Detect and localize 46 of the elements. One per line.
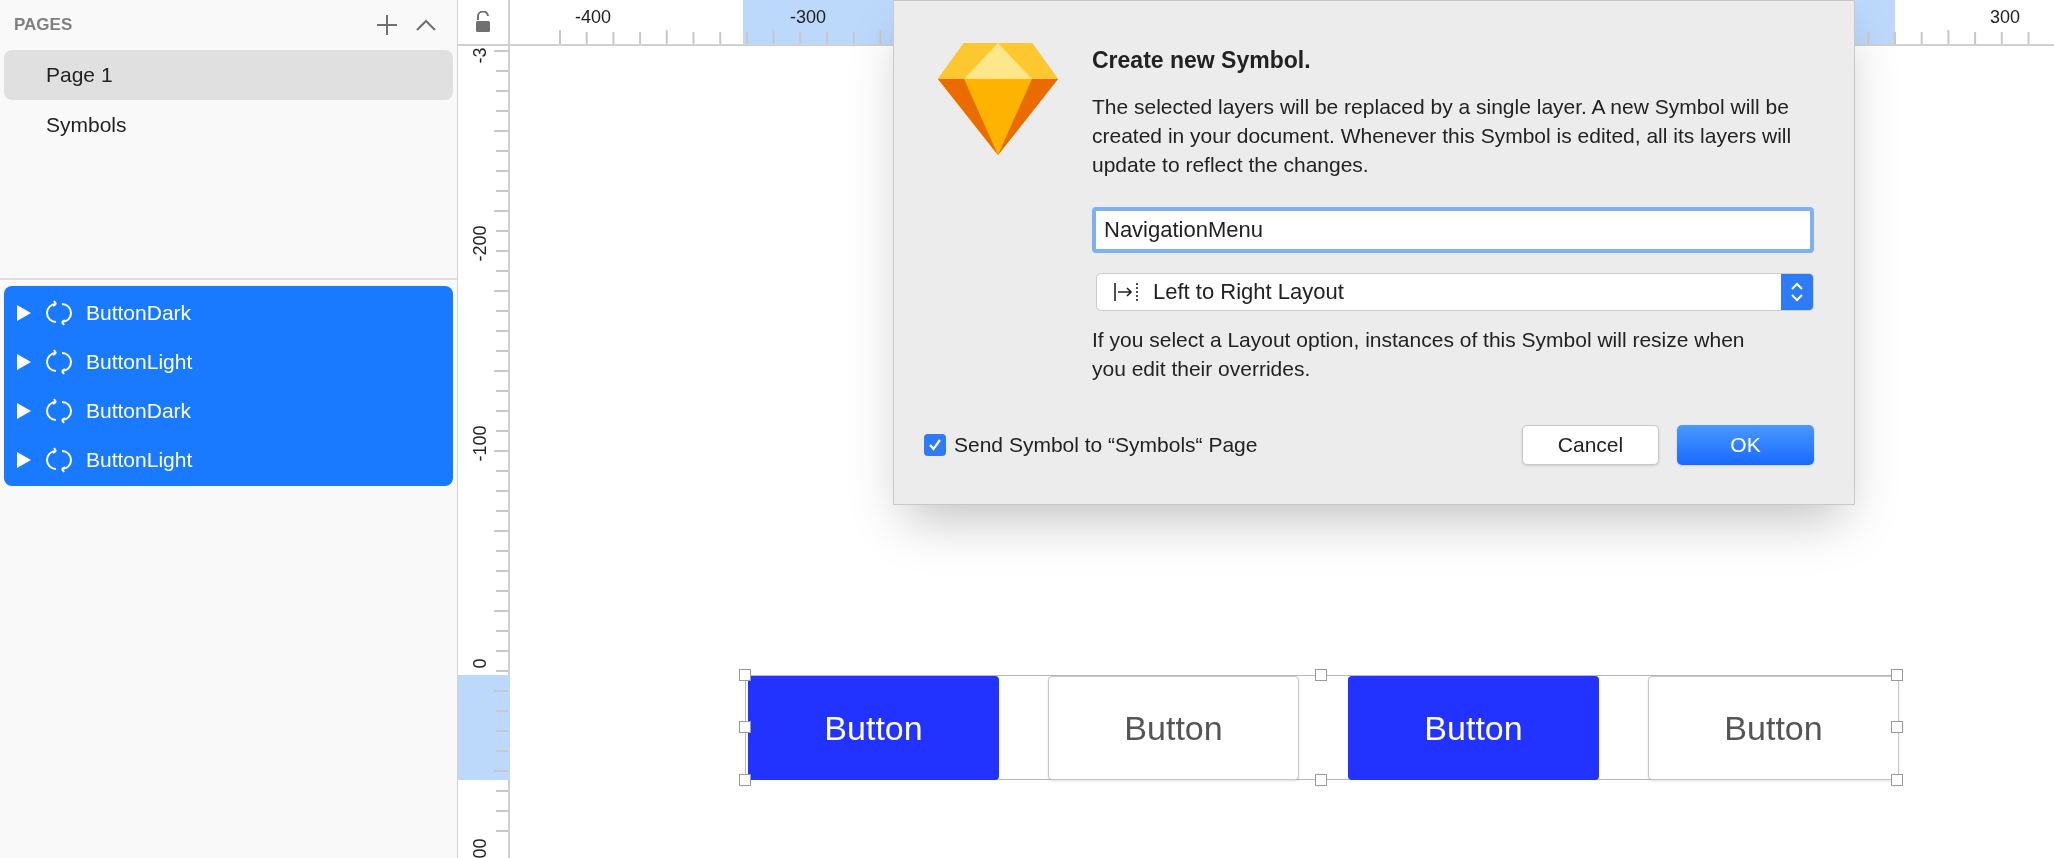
- layer-name: ButtonLight: [86, 348, 193, 375]
- symbol-icon: [46, 299, 72, 326]
- send-to-symbols-checkbox[interactable]: [924, 434, 946, 456]
- dropdown-stepper-icon: [1781, 273, 1813, 310]
- resize-handle[interactable]: [739, 721, 751, 733]
- expand-triangle-icon[interactable]: [16, 352, 32, 371]
- ruler-label: 0: [468, 657, 491, 671]
- symbol-icon: [46, 446, 72, 473]
- collapse-icon[interactable]: [415, 18, 437, 32]
- layer-name: ButtonDark: [86, 397, 192, 424]
- resize-handle[interactable]: [739, 774, 751, 786]
- dialog-button[interactable]: Cancel: [1522, 425, 1659, 465]
- symbol-name-field[interactable]: NavigationMenu: [1092, 206, 1814, 253]
- ruler-label: 300: [1990, 6, 2021, 29]
- ruler-label: -3: [468, 46, 491, 66]
- ruler-label: -200: [468, 224, 491, 264]
- ruler-label: -100: [468, 424, 491, 464]
- checkmark-icon: [927, 437, 943, 453]
- resize-handle[interactable]: [1891, 774, 1903, 786]
- layout-dropdown-value: Left to Right Layout: [1153, 278, 1345, 306]
- page-item[interactable]: Symbols: [4, 100, 453, 150]
- resize-handle[interactable]: [739, 669, 751, 681]
- resize-handle[interactable]: [1891, 669, 1903, 681]
- pages-title: PAGES: [14, 14, 73, 37]
- lock-icon[interactable]: [475, 11, 491, 33]
- resize-handle[interactable]: [1315, 669, 1327, 681]
- layout-dropdown[interactable]: Left to Right Layout: [1096, 272, 1814, 311]
- expand-triangle-icon[interactable]: [16, 401, 32, 420]
- page-item[interactable]: Page 1: [4, 50, 453, 100]
- layout-hint: If you select a Layout option, instances of this Symbol will resize when you edit their overrides.: [1092, 326, 1746, 382]
- ruler-label: 00: [468, 837, 491, 858]
- checkbox-label: Send Symbol to “Symbols“ Page: [954, 432, 1258, 459]
- resize-handle[interactable]: [1315, 774, 1327, 786]
- layer-name: ButtonLight: [86, 446, 193, 473]
- add-icon[interactable]: [375, 13, 399, 37]
- dialog-title: Create new Symbol.: [1092, 46, 1312, 75]
- expand-triangle-icon[interactable]: [16, 303, 32, 322]
- ruler-label: -400: [575, 6, 612, 29]
- ruler-label: -300: [790, 6, 827, 29]
- dialog-message: The selected layers will be replaced by a single layer. A new Symbol will be created in your document. Whenever this Symbol is edited, all its layers will update to reflect the changes.: [1092, 93, 1793, 178]
- resize-handle[interactable]: [1891, 721, 1903, 733]
- symbol-icon: [46, 348, 72, 375]
- dialog-button[interactable]: OK: [1677, 425, 1814, 465]
- layer-name: ButtonDark: [86, 299, 192, 326]
- symbol-icon: [46, 397, 72, 424]
- expand-triangle-icon[interactable]: [16, 450, 32, 469]
